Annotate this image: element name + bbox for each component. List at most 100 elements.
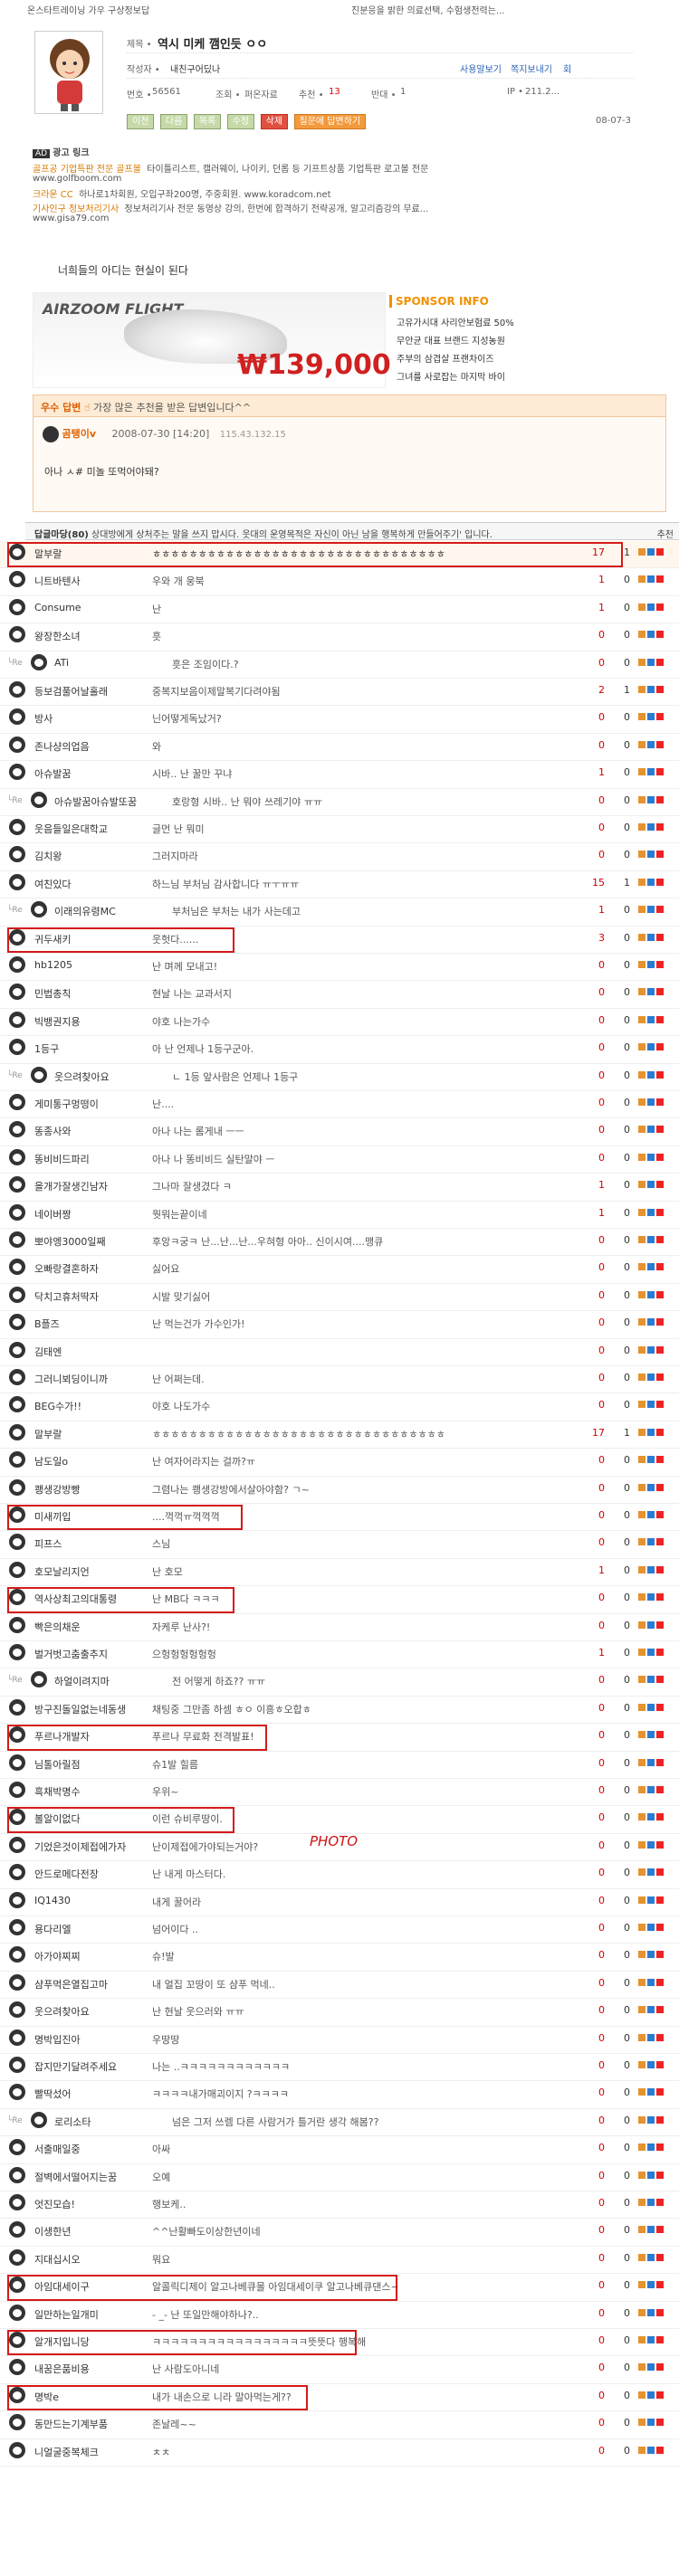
delete-icon[interactable]: [656, 1978, 664, 1986]
recommend-icon[interactable]: [638, 740, 646, 748]
oppose-icon[interactable]: [647, 2419, 655, 2427]
delete-icon[interactable]: [656, 1676, 664, 1684]
recommend-icon[interactable]: [638, 2088, 646, 2096]
oppose-icon[interactable]: [647, 1236, 655, 1243]
delete-icon[interactable]: [656, 740, 664, 748]
delete-icon[interactable]: [656, 878, 664, 886]
comment-nick[interactable]: 김치왕: [34, 849, 62, 863]
comment-nick[interactable]: 웃으려찾아요: [54, 1069, 110, 1084]
oppose-icon[interactable]: [647, 2253, 655, 2261]
comment-nick[interactable]: 닥치고휴처딱자: [34, 1289, 99, 1304]
ad-desc-3[interactable]: 정보처리기사 전문 동영상 강의, 한번에 합격하기 전략공개, 알고리즘강의 …: [125, 204, 429, 214]
recommend-icon[interactable]: [638, 1208, 646, 1216]
recommend-icon[interactable]: [638, 603, 646, 611]
delete-icon[interactable]: [656, 548, 664, 556]
delete-icon[interactable]: [656, 1401, 664, 1409]
recommend-icon[interactable]: [638, 2446, 646, 2454]
oppose-icon[interactable]: [647, 2226, 655, 2234]
comment-nick[interactable]: 말부랄: [34, 1427, 62, 1441]
ad-desc-2[interactable]: 하나로1차회원, 오입구좌200명, 주중회원. www.koradcom.ne…: [79, 190, 330, 200]
prev-button[interactable]: 이전: [127, 114, 155, 129]
comment-nick[interactable]: 용다리엘: [34, 1922, 71, 1936]
comment-nick[interactable]: 웃으려찾아요: [34, 2004, 90, 2019]
shoe-banner[interactable]: AIRZOOM FLIGHT ₩139,000: [33, 292, 391, 388]
delete-icon[interactable]: [656, 1649, 664, 1656]
delete-button[interactable]: 삭제: [260, 114, 289, 129]
recommend-icon[interactable]: [638, 2226, 646, 2234]
oppose-icon[interactable]: [647, 1538, 655, 1546]
comment-nick[interactable]: 여친있다: [34, 877, 71, 891]
comment-nick[interactable]: 뽀야엥3000일째: [34, 1234, 106, 1249]
comment-nick[interactable]: 일만하는일개미: [34, 2307, 99, 2322]
recommend-icon[interactable]: [638, 2033, 646, 2041]
recommend-icon[interactable]: [638, 1511, 646, 1518]
edit-button[interactable]: 수정: [226, 114, 255, 129]
recommend-icon[interactable]: [638, 1401, 646, 1409]
delete-icon[interactable]: [656, 2281, 664, 2289]
recommend-icon[interactable]: [638, 1043, 646, 1051]
delete-icon[interactable]: [656, 1208, 664, 1216]
list-button[interactable]: 목록: [193, 114, 222, 129]
top-link-1[interactable]: 온스타트레이닝 가우 구상정보답: [27, 3, 149, 16]
delete-icon[interactable]: [656, 1813, 664, 1821]
oppose-icon[interactable]: [647, 1621, 655, 1629]
delete-icon[interactable]: [656, 2199, 664, 2206]
oppose-icon[interactable]: [647, 548, 655, 556]
oppose-icon[interactable]: [647, 1483, 655, 1491]
oppose-icon[interactable]: [647, 1070, 655, 1079]
delete-icon[interactable]: [656, 1538, 664, 1546]
oppose-icon[interactable]: [647, 1428, 655, 1436]
comment-nick[interactable]: 1등구: [34, 1041, 59, 1056]
delete-icon[interactable]: [656, 1153, 664, 1161]
oppose-icon[interactable]: [647, 2336, 655, 2343]
oppose-icon[interactable]: [647, 1649, 655, 1656]
recommend-icon[interactable]: [638, 878, 646, 886]
delete-icon[interactable]: [656, 1345, 664, 1354]
oppose-icon[interactable]: [647, 823, 655, 831]
comment-nick[interactable]: 피프스: [34, 1536, 62, 1551]
recommend-icon[interactable]: [638, 2363, 646, 2372]
sponsor-item[interactable]: 무안균 대표 브랜드 지성농원: [397, 333, 505, 347]
delete-icon[interactable]: [656, 2171, 664, 2179]
recommend-icon[interactable]: [638, 1456, 646, 1464]
comment-nick[interactable]: 그러니뵈딩이니까: [34, 1372, 108, 1386]
delete-icon[interactable]: [656, 2446, 664, 2454]
oppose-icon[interactable]: [647, 2088, 655, 2096]
comment-nick[interactable]: 네이버짱: [34, 1207, 71, 1221]
comment-nick[interactable]: 아가야찌찌: [34, 1949, 81, 1963]
comment-nick[interactable]: 절벽에서떨어지는꿈: [34, 2170, 117, 2184]
comment-nick[interactable]: 샴푸먹은열집고마: [34, 1977, 108, 1991]
oppose-icon[interactable]: [647, 1153, 655, 1161]
sponsor-item[interactable]: 고유가시대 사리안보험료 50%: [397, 315, 514, 328]
delete-icon[interactable]: [656, 631, 664, 639]
oppose-icon[interactable]: [647, 2143, 655, 2152]
oppose-icon[interactable]: [647, 2281, 655, 2289]
recommend-icon[interactable]: [638, 631, 646, 639]
recommend-icon[interactable]: [638, 1345, 646, 1354]
comment-nick[interactable]: 엇진모습!: [34, 2197, 75, 2211]
oppose-icon[interactable]: [647, 740, 655, 748]
comment-nick[interactable]: 내꿈은품비용: [34, 2362, 90, 2376]
oppose-icon[interactable]: [647, 851, 655, 859]
comment-nick[interactable]: 흑채박명수: [34, 1784, 81, 1799]
oppose-icon[interactable]: [647, 1896, 655, 1904]
recommend-icon[interactable]: [638, 2391, 646, 2399]
oppose-icon[interactable]: [647, 1318, 655, 1326]
recommend-icon[interactable]: [638, 658, 646, 666]
comment-nick[interactable]: 등보검풀어날홀래: [34, 684, 108, 699]
delete-icon[interactable]: [656, 1786, 664, 1793]
delete-icon[interactable]: [656, 1043, 664, 1051]
oppose-icon[interactable]: [647, 1345, 655, 1354]
recommend-icon[interactable]: [638, 1813, 646, 1821]
recommend-icon[interactable]: [638, 1236, 646, 1243]
comment-nick[interactable]: 오빠랑결혼하자: [34, 1261, 99, 1276]
comment-nick[interactable]: 이생한년: [34, 2224, 71, 2239]
delete-icon[interactable]: [656, 906, 664, 914]
delete-icon[interactable]: [656, 1263, 664, 1271]
comment-nick[interactable]: 남도일o: [34, 1454, 68, 1469]
comment-nick[interactable]: 웃음들일은대학교: [34, 822, 108, 836]
recommend-icon[interactable]: [638, 2281, 646, 2289]
recommend-icon[interactable]: [638, 988, 646, 996]
delete-icon[interactable]: [656, 1565, 664, 1573]
delete-icon[interactable]: [656, 1428, 664, 1436]
